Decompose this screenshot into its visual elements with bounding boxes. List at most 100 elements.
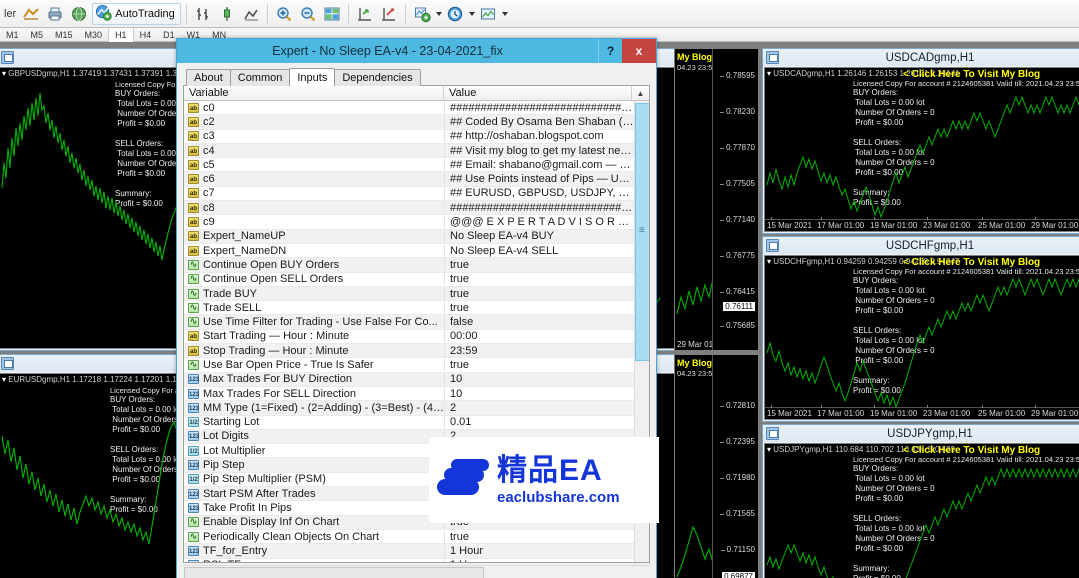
chevron-up-icon[interactable]: ▲ xyxy=(631,86,649,100)
chart-canvas-usdchf[interactable]: ▾ USDCHFgmp,H1 0.94259 0.94259 0.94238 0… xyxy=(764,255,1079,420)
row-value-cell[interactable]: 0.01 xyxy=(444,416,634,429)
row-value-cell[interactable]: @@@ E X P E R T A D V I S O R S E T T I … xyxy=(444,216,634,229)
table-row[interactable]: 1/2 Starting Lot 0.01 xyxy=(184,416,634,430)
row-value-cell[interactable]: true xyxy=(444,258,634,271)
tab-inputs[interactable]: Inputs xyxy=(289,68,336,86)
table-row[interactable]: ab c5 ## Email: shabano@gmail.com — WhatsA… xyxy=(184,158,634,173)
candlestick-icon[interactable] xyxy=(216,3,238,25)
chart-titlebar-usdchf[interactable]: USDCHFgmp,H1 xyxy=(763,237,1079,254)
row-value-cell[interactable]: false xyxy=(444,316,634,329)
chart-titlebar-usdjpy[interactable]: USDJPYgmp,H1 xyxy=(763,425,1079,442)
table-row[interactable]: 123 RSI_TF 1 Hour xyxy=(184,559,634,562)
watermark-brand: 精品EA xyxy=(497,453,603,487)
zoom-out-icon[interactable] xyxy=(297,3,319,25)
row-value-cell[interactable]: 00:00 xyxy=(444,330,634,343)
row-value-cell[interactable]: 10 xyxy=(444,387,634,400)
hscrollbar-thumb[interactable] xyxy=(184,567,484,578)
row-value-cell[interactable]: true xyxy=(444,287,634,300)
table-row[interactable]: 123 TF_for_Entry 1 Hour xyxy=(184,544,634,559)
row-value-cell[interactable]: 1 Hour xyxy=(444,559,634,562)
table-row[interactable]: Periodically Clean Objects On Chart true xyxy=(184,530,634,545)
chart-window-usdchf[interactable]: USDCHFgmp,H1 ▾ USDCHFgmp,H1 0.94259 0.94… xyxy=(762,236,1079,422)
row-value-cell[interactable]: 23:59 xyxy=(444,344,634,357)
add-indicator-icon[interactable] xyxy=(411,3,433,25)
data-window-icon[interactable] xyxy=(354,3,376,25)
autotrading-button[interactable]: AutoTrading xyxy=(92,2,181,25)
period-clock-icon[interactable] xyxy=(444,3,466,25)
table-row[interactable]: Trade BUY true xyxy=(184,286,634,302)
chevron-down-icon[interactable] xyxy=(435,11,442,16)
row-value-cell[interactable]: ########################################… xyxy=(444,201,634,214)
globe-icon[interactable] xyxy=(68,3,90,25)
row-value-cell[interactable]: 1 Hour xyxy=(444,544,634,557)
table-row[interactable]: ab c0 ####################################… xyxy=(184,101,634,116)
chart-canvas-usdcad[interactable]: ▾ USDCADgmp,H1 1.26146 1.26153 1.26121 1… xyxy=(764,67,1079,232)
dialog-titlebar[interactable]: Expert - No Sleep EA-v4 - 23-04-2021_fix… xyxy=(177,39,656,63)
timeframe-m1[interactable]: M1 xyxy=(0,28,25,42)
timeframe-m30[interactable]: M30 xyxy=(79,28,109,42)
row-value-cell[interactable]: true xyxy=(444,301,634,314)
chevron-down-icon[interactable] xyxy=(501,11,508,16)
tab-common[interactable]: Common xyxy=(229,69,291,86)
chart-window-usdjpy[interactable]: USDJPYgmp,H1 ▾ USDJPYgmp,H1 110.684 110.… xyxy=(762,424,1079,578)
bar-chart-icon[interactable] xyxy=(192,3,214,25)
row-value-cell[interactable]: true xyxy=(444,273,634,286)
timeframe-h4[interactable]: H4 xyxy=(134,28,158,42)
row-value-cell[interactable]: true xyxy=(444,358,634,371)
timeframe-m5[interactable]: M5 xyxy=(25,28,50,42)
table-row[interactable]: ab Expert_NameUP No Sleep EA-v4 BUY xyxy=(184,229,634,244)
table-row[interactable]: ab c2 ## Coded By Osama Ben Shaban (oshaba… xyxy=(184,115,634,130)
table-row[interactable]: ab c8 ####################################… xyxy=(184,201,634,216)
row-value-cell[interactable]: ## http://oshaban.blogspot.com xyxy=(444,130,634,143)
chart-canvas-usdjpy[interactable]: ▾ USDJPYgmp,H1 110.684 110.702 110.634 1… xyxy=(764,443,1079,578)
chart-shift-icon[interactable] xyxy=(20,3,42,25)
timeframe-m15[interactable]: M15 xyxy=(49,28,79,42)
chart-window-usdcad[interactable]: USDCADgmp,H1 ▾ USDCADgmp,H1 1.26146 1.26… xyxy=(762,48,1079,234)
tab-dependencies[interactable]: Dependencies xyxy=(334,69,421,86)
table-row[interactable]: ab c7 ## EURUSD, GBPUSD, USDJPY, USDCHF, U… xyxy=(184,187,634,202)
table-row[interactable]: ab Expert_NameDN No Sleep EA-v4 SELL xyxy=(184,244,634,259)
row-value-cell[interactable]: true xyxy=(444,530,634,543)
help-button[interactable]: ? xyxy=(598,39,622,63)
row-value-cell[interactable]: ## Coded By Osama Ben Shaban (oshaban) xyxy=(444,115,634,128)
crosshair-icon[interactable] xyxy=(378,3,400,25)
timeframe-h1[interactable]: H1 xyxy=(108,27,134,42)
row-value-cell[interactable]: No Sleep EA-v4 SELL xyxy=(444,244,634,257)
row-value-cell[interactable]: 10 xyxy=(444,373,634,386)
chevron-down-icon[interactable] xyxy=(468,11,475,16)
scrollbar-thumb[interactable] xyxy=(635,103,649,361)
chart-titlebar-usdcad[interactable]: USDCADgmp,H1 xyxy=(763,49,1079,66)
row-value-cell[interactable]: 2 xyxy=(444,401,634,414)
table-row[interactable]: ab c6 ## Use Points instead of Pips — Use … xyxy=(184,172,634,187)
column-header-value[interactable]: Value xyxy=(444,86,631,100)
column-header-variable[interactable]: Variable xyxy=(184,86,444,100)
table-row[interactable]: ab c9 @@@ E X P E R T A D V I S O R S E T … xyxy=(184,215,634,230)
tile-windows-icon[interactable] xyxy=(321,3,343,25)
table-row[interactable]: ab Start Trading — Hour : Minute 00:00 xyxy=(184,330,634,345)
row-value-cell[interactable]: ## Use Points instead of Pips — Use it o… xyxy=(444,173,634,186)
zoom-in-icon[interactable] xyxy=(273,3,295,25)
row-value-cell[interactable]: No Sleep EA-v4 BUY xyxy=(444,230,634,243)
table-row[interactable]: 123 Max Trades For BUY Direction 10 xyxy=(184,372,634,387)
row-value-cell[interactable]: ## Email: shabano@gmail.com — WhatsApp: … xyxy=(444,158,634,171)
tab-about[interactable]: About xyxy=(186,69,231,86)
table-row[interactable]: ab c3 ## http://oshaban.blogspot.com xyxy=(184,130,634,144)
table-row[interactable]: Continue Open BUY Orders true xyxy=(184,258,634,273)
row-value-cell[interactable]: ########################################… xyxy=(444,101,634,114)
templates-icon[interactable] xyxy=(477,3,499,25)
table-row[interactable]: Use Time Filter for Trading - Use False … xyxy=(184,315,634,330)
table-row[interactable]: Use Bar Open Price - True Is Safer true xyxy=(184,358,634,373)
table-row[interactable]: 123 MM Type (1=Fixed) - (2=Adding) - (3=B… xyxy=(184,401,634,416)
expert-properties-dialog[interactable]: Expert - No Sleep EA-v4 - 23-04-2021_fix… xyxy=(176,38,659,578)
line-chart-icon[interactable] xyxy=(240,3,262,25)
close-dialog-button[interactable]: x xyxy=(622,39,656,63)
horizontal-scrollbar[interactable] xyxy=(183,565,650,578)
row-value-cell[interactable]: ## EURUSD, GBPUSD, USDJPY, USDCHF, US... xyxy=(444,187,634,200)
print-icon[interactable] xyxy=(44,3,66,25)
table-row[interactable]: ab Stop Trading — Hour : Minute 23:59 xyxy=(184,344,634,359)
row-value-cell[interactable]: ## Visit my blog to get my latest news a… xyxy=(444,144,634,157)
table-row[interactable]: Trade SELL true xyxy=(184,301,634,316)
table-row[interactable]: Continue Open SELL Orders true xyxy=(184,273,634,287)
table-row[interactable]: 123 Max Trades For SELL Direction 10 xyxy=(184,387,634,402)
table-row[interactable]: ab c4 ## Visit my blog to get my latest ne… xyxy=(184,143,634,159)
